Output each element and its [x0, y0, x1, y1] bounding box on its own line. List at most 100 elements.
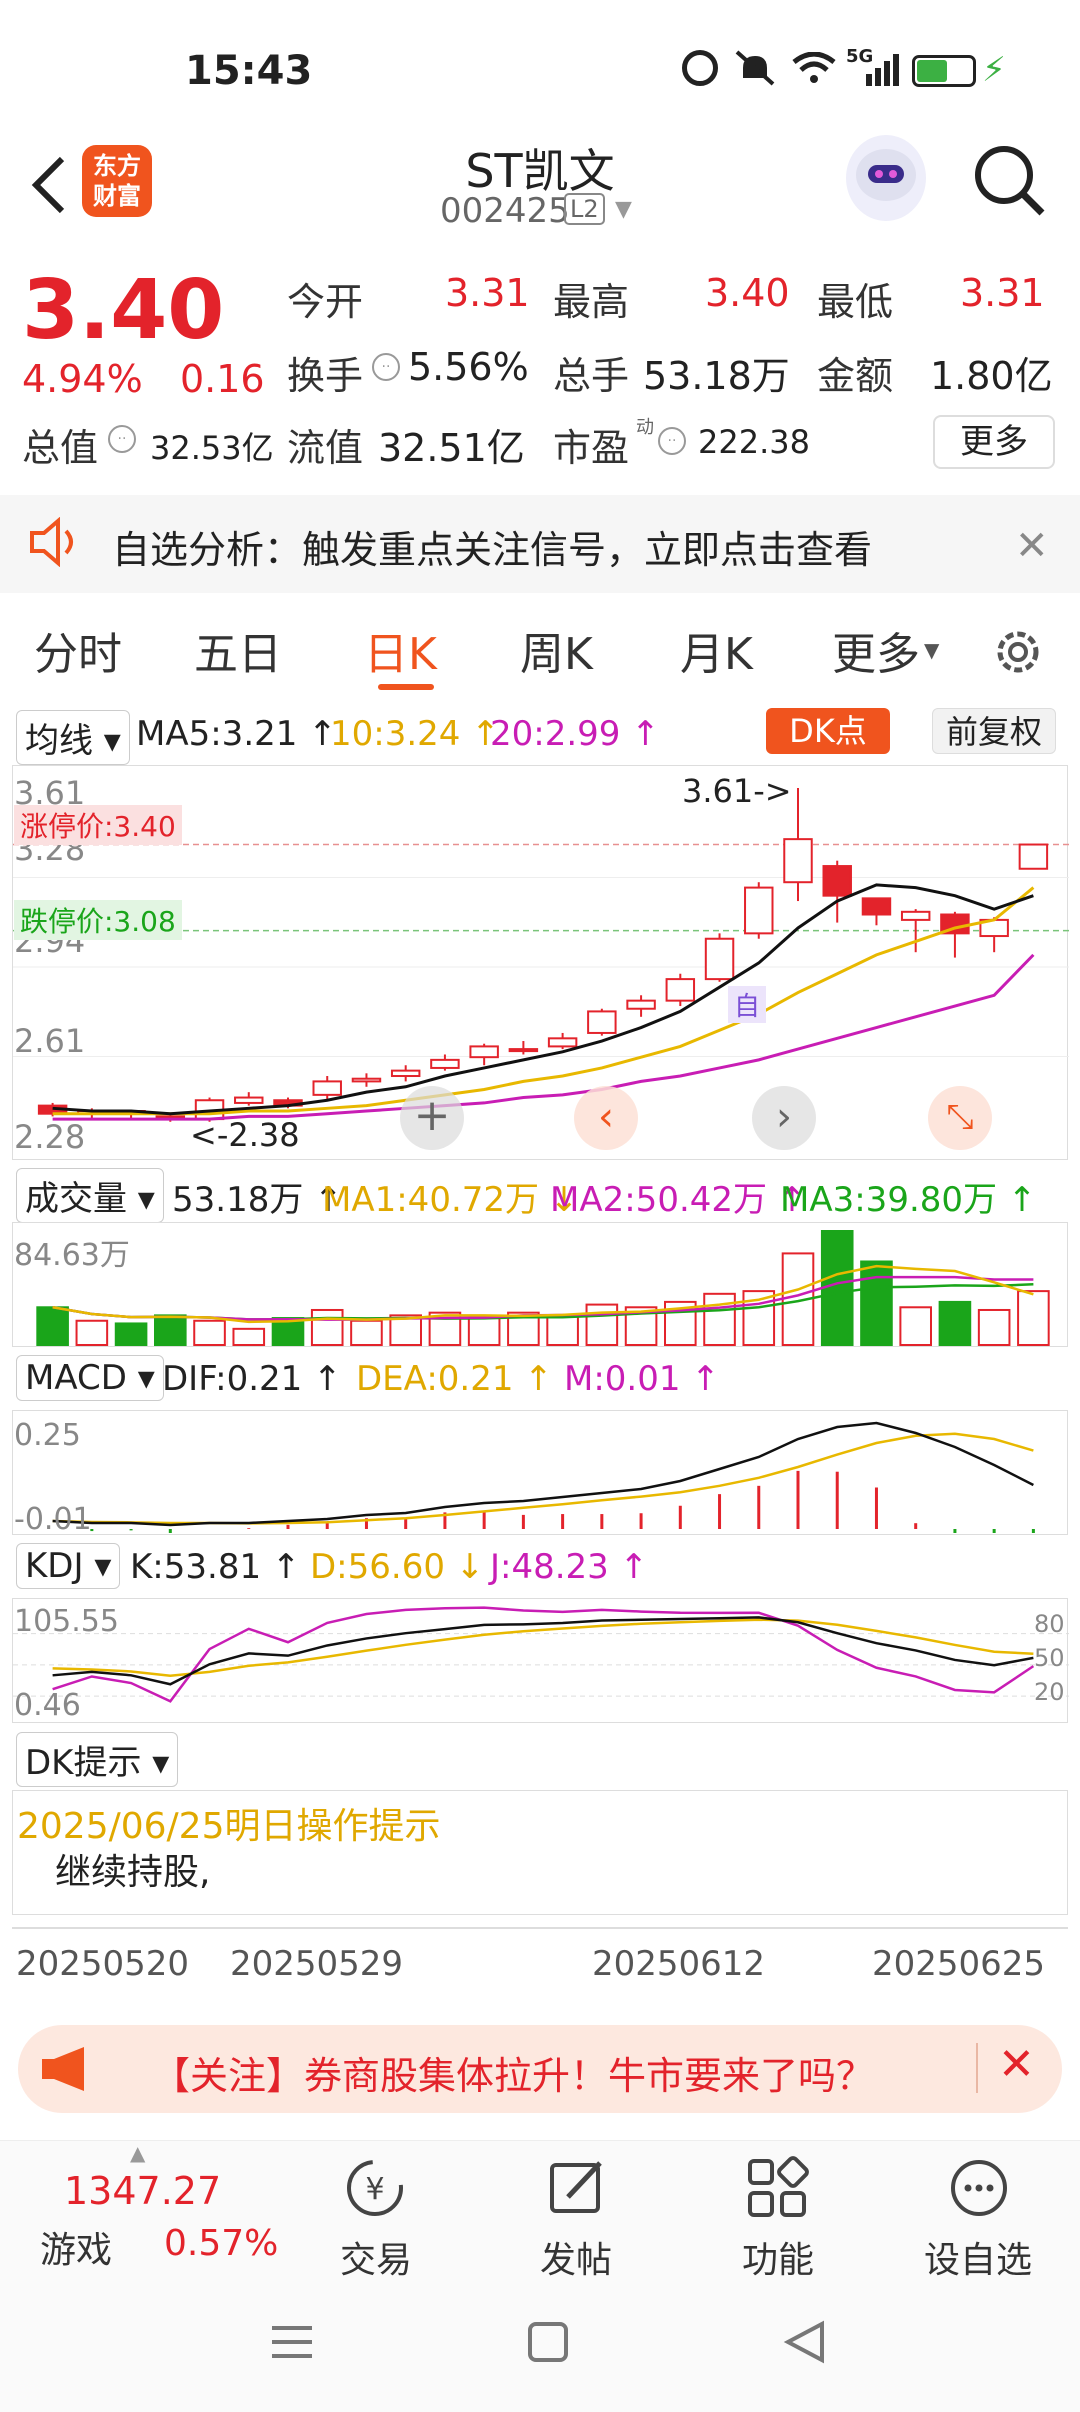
limit-down-label: 跌停价:3.08 — [14, 900, 182, 940]
l2-badge[interactable]: L2 — [564, 193, 605, 225]
status-time: 15:43 — [185, 48, 313, 94]
speaker-icon — [26, 516, 82, 571]
tab-intraday[interactable]: 分时 — [34, 618, 122, 682]
trade-label[interactable]: 交易 — [340, 2231, 412, 2283]
watchlist-label[interactable]: 设自选 — [924, 2231, 1032, 2283]
tab-five-day[interactable]: 五日 — [194, 618, 282, 682]
volume-bar — [232, 1327, 266, 1346]
promo-text: 【关注】券商股集体拉升！牛市要来了吗？ — [152, 2054, 875, 2098]
volume-label: 总手 — [553, 354, 630, 398]
date-label: 20250529 — [230, 1944, 404, 1984]
mcap-value: 32.53亿 — [150, 429, 274, 467]
stock-code: 002425 — [440, 191, 570, 231]
back-nav-icon[interactable] — [782, 2320, 826, 2368]
chart-area: 均线 ▾ MA5:3.21 ↑ 10:3.24 ↑ 20:2.99 ↑ DK点 … — [0, 700, 1080, 1990]
amount-value: 1.80亿 — [930, 354, 1053, 398]
scroll-right-icon[interactable]: › — [752, 1086, 816, 1150]
macd-selector[interactable]: MACD ▾ — [16, 1355, 164, 1401]
function-icon[interactable] — [742, 2153, 812, 2223]
tab-weekly-k[interactable]: 周K — [520, 618, 593, 682]
volume-bar — [585, 1303, 619, 1346]
index-pct[interactable]: 0.57% — [164, 2223, 278, 2264]
dk-tip-panel: 2025/06/25明日操作提示 继续持股, — [12, 1790, 1068, 1915]
ma-selector[interactable]: 均线 ▾ — [16, 710, 130, 765]
macd-panel[interactable] — [12, 1410, 1068, 1535]
volume-selector[interactable]: 成交量 ▾ — [16, 1168, 164, 1223]
fullscreen-icon[interactable]: ⤡ — [928, 1086, 992, 1150]
scroll-left-icon[interactable]: ‹ — [574, 1086, 638, 1150]
watchlist-icon[interactable] — [944, 2153, 1014, 2223]
candle — [390, 1069, 421, 1078]
charging-icon: ⚡ — [982, 50, 1006, 90]
kdj-d: D:56.60 ↓ — [310, 1547, 485, 1587]
index-name[interactable]: 游戏 — [40, 2221, 112, 2273]
volume-bar — [36, 1306, 69, 1346]
macd-dea: DEA:0.21 ↑ — [356, 1359, 553, 1399]
macd-m: M:0.01 ↑ — [564, 1359, 720, 1399]
mcap-label: 总值 — [22, 426, 99, 470]
kdj-panel[interactable] — [12, 1598, 1069, 1723]
analysis-banner[interactable]: 自选分析：触发重点关注信号，立即点击查看 ✕ — [0, 495, 1080, 593]
volume-bar — [154, 1314, 187, 1347]
candle — [234, 1096, 264, 1104]
dea-line — [52, 1432, 1034, 1525]
dk-tip-date: 2025/06/25明日操作提示 — [17, 1806, 441, 1847]
nav-bar: 东方 财富 ST凯文 002425 L2 ▼ — [0, 135, 1080, 245]
pe-sup: 动 — [636, 417, 654, 438]
macd-dif: DIF:0.21 ↑ — [162, 1359, 342, 1399]
system-nav — [0, 2280, 1080, 2412]
function-label[interactable]: 功能 — [742, 2231, 814, 2283]
date-label: 20250520 — [16, 1944, 190, 1984]
amount-label: 金额 — [817, 354, 894, 398]
volume-panel[interactable] — [12, 1222, 1068, 1347]
candle — [704, 937, 735, 981]
axis-label: 2.28 — [14, 1118, 86, 1156]
more-button[interactable]: 更多 — [933, 415, 1055, 469]
macd-svg — [52, 1421, 1035, 1533]
change-value: 0.16 — [180, 357, 265, 401]
kdj-selector[interactable]: KDJ ▾ — [16, 1543, 121, 1589]
info-icon[interactable]: ·· — [658, 427, 686, 455]
info-icon[interactable]: ·· — [372, 353, 400, 381]
post-icon[interactable] — [542, 2153, 612, 2223]
tab-more[interactable]: 更多 — [832, 618, 920, 682]
post-label[interactable]: 发帖 — [540, 2231, 612, 2283]
dk-tip-selector[interactable]: DK提示 ▾ — [16, 1732, 179, 1787]
home-icon[interactable] — [528, 2322, 568, 2362]
candle — [1018, 843, 1049, 870]
robot-assistant-icon[interactable] — [846, 135, 926, 221]
info-icon[interactable]: ·· — [108, 425, 136, 453]
dk-point-button[interactable]: DK点 — [766, 708, 890, 754]
date-label: 20250625 — [872, 1944, 1046, 1984]
gear-icon[interactable] — [990, 624, 1046, 684]
tab-monthly-k[interactable]: 月K — [680, 618, 753, 682]
search-icon[interactable] — [972, 143, 1048, 223]
crosshair-icon[interactable]: + — [400, 1086, 464, 1150]
float-value: 32.51亿 — [378, 426, 525, 470]
volume-bar — [546, 1314, 579, 1347]
volume-bar — [193, 1319, 226, 1347]
close-icon[interactable]: ✕ — [1015, 523, 1049, 569]
menu-icon[interactable] — [270, 2322, 314, 2366]
promo-bar[interactable]: 【关注】券商股集体拉升！牛市要来了吗？ ✕ — [18, 2025, 1062, 2113]
tab-daily-k[interactable]: 日K — [364, 618, 437, 682]
candle — [312, 1080, 342, 1096]
quote-panel: 3.40 4.94% 0.16 今开 3.31 最高 3.40 最低 3.31 … — [0, 245, 1080, 490]
volume-bar — [703, 1292, 736, 1346]
adjust-button[interactable]: 前复权 — [932, 708, 1056, 754]
kdj-j-line — [52, 1606, 1035, 1703]
chevron-down-icon[interactable]: ▼ — [924, 638, 939, 662]
kdj-k-line — [52, 1616, 1034, 1686]
trade-icon[interactable]: ¥ — [340, 2153, 410, 2223]
candle — [508, 1048, 539, 1053]
banner-text: 自选分析：触发重点关注信号，立即点击查看 — [112, 528, 873, 572]
axis-label: 2.61 — [14, 1022, 86, 1060]
chevron-up-icon[interactable]: ▲ — [130, 2141, 145, 2165]
close-icon[interactable]: ✕ — [998, 2039, 1035, 2090]
volume-bar — [114, 1322, 148, 1346]
svg-text:¥: ¥ — [365, 2172, 384, 2207]
vol-ma1: MA1:40.72万 ↓ — [322, 1180, 579, 1220]
chevron-down-icon[interactable]: ▼ — [615, 197, 632, 222]
index-value[interactable]: 1347.27 — [64, 2169, 221, 2213]
open-label: 今开 — [287, 280, 364, 324]
